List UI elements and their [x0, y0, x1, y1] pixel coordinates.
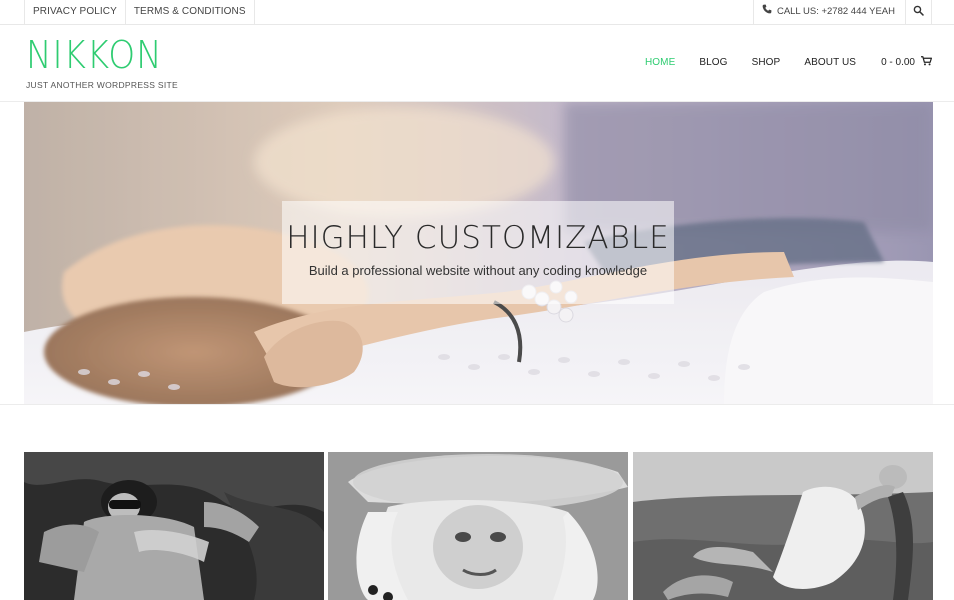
- gallery-image[interactable]: [328, 452, 629, 600]
- privacy-policy-link[interactable]: PRIVACY POLICY: [24, 0, 126, 24]
- top-links: PRIVACY POLICY TERMS & CONDITIONS: [24, 0, 255, 24]
- gallery-image[interactable]: [632, 452, 933, 600]
- site-logo[interactable]: NIKKON: [26, 35, 163, 75]
- gallery-image[interactable]: [24, 452, 324, 600]
- cart-icon: [921, 56, 932, 69]
- nav-item-about-us[interactable]: ABOUT US: [804, 57, 856, 68]
- hero-title: HIGHLY CUSTOMIZABLE: [286, 220, 670, 256]
- cart-button[interactable]: 0 - 0.00: [881, 56, 932, 69]
- site-tagline: JUST ANOTHER WORDPRESS SITE: [26, 80, 178, 90]
- nav-item-home[interactable]: HOME: [645, 57, 675, 68]
- phone-contact[interactable]: CALL US: +2782 444 YEAH: [752, 0, 906, 24]
- top-right: CALL US: +2782 444 YEAH: [752, 0, 932, 24]
- nav-item-shop[interactable]: SHOP: [752, 57, 781, 68]
- nav-item-blog[interactable]: BLOG: [699, 57, 727, 68]
- hero-slider[interactable]: HIGHLY CUSTOMIZABLE Build a professional…: [24, 102, 933, 404]
- search-icon: [913, 3, 924, 21]
- search-button[interactable]: [906, 0, 932, 24]
- section-divider: [0, 404, 954, 405]
- cart-total: 0 - 0.00: [881, 57, 915, 68]
- hero-subtitle: Build a professional website without any…: [308, 263, 648, 278]
- photo-gallery: [24, 452, 933, 600]
- top-bar: PRIVACY POLICY TERMS & CONDITIONS CALL U…: [0, 0, 954, 25]
- terms-link[interactable]: TERMS & CONDITIONS: [126, 0, 255, 24]
- phone-icon: [762, 0, 772, 24]
- hero-caption: HIGHLY CUSTOMIZABLE Build a professional…: [282, 201, 674, 304]
- main-nav: HOME BLOG SHOP ABOUT US 0 - 0.00: [621, 56, 932, 69]
- site-header: NIKKON JUST ANOTHER WORDPRESS SITE HOME …: [0, 25, 954, 102]
- phone-text: CALL US: +2782 444 YEAH: [776, 6, 895, 17]
